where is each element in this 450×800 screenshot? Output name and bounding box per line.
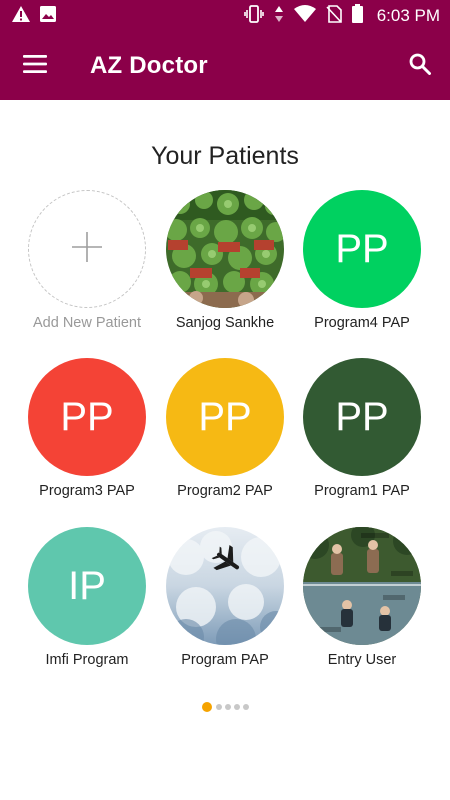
page-dot[interactable] — [215, 704, 222, 710]
patient-tile[interactable]: Program PAP — [156, 527, 294, 668]
tile-label: Entry User — [327, 652, 397, 668]
avatar-initials: PP — [60, 394, 114, 439]
initials-avatar: PP — [28, 358, 146, 476]
hamburger-menu-icon — [23, 54, 47, 78]
search-button[interactable] — [390, 32, 450, 100]
status-time: 6:03 PM — [376, 6, 440, 25]
warning-icon — [12, 5, 30, 27]
search-icon — [409, 53, 431, 80]
image-icon — [40, 5, 56, 27]
page-indicator — [0, 702, 450, 712]
section-title: Your Patients — [151, 142, 299, 170]
avatar-initials: PP — [198, 394, 252, 439]
tile-label: Program4 PAP — [314, 315, 410, 331]
tile-label: Imfi Program — [45, 652, 129, 668]
data-arrows-icon — [274, 5, 284, 28]
succulent-photo — [166, 190, 284, 308]
tile-label: Program PAP — [181, 652, 269, 668]
patient-tile[interactable]: IP Imfi Program — [18, 527, 156, 668]
tile-label: Program3 PAP — [39, 483, 135, 499]
vibrate-icon — [243, 4, 264, 28]
airplane-sky-photo — [166, 527, 284, 645]
patient-photo-avatar — [166, 527, 284, 645]
page-dot[interactable] — [233, 704, 240, 710]
patient-photo-avatar — [166, 190, 284, 308]
add-patient-avatar[interactable] — [28, 190, 146, 308]
patient-tile[interactable]: PP Program2 PAP — [156, 358, 294, 499]
patient-tile[interactable]: Sanjog Sankhe — [156, 190, 294, 331]
status-bar: 6:03 PM — [0, 0, 450, 32]
page-dot[interactable] — [242, 704, 249, 710]
patient-tile[interactable]: PP Program4 PAP — [293, 190, 431, 331]
avatar-initials: IP — [68, 563, 106, 608]
page-dot-active[interactable] — [201, 702, 212, 712]
tile-label: Sanjog Sankhe — [175, 315, 275, 331]
patient-tile[interactable]: Entry User — [293, 527, 431, 668]
people-river-photo — [303, 527, 421, 645]
initials-avatar: IP — [28, 527, 146, 645]
status-right-icons: 6:03 PM — [243, 4, 440, 28]
patient-tile[interactable]: PP Program1 PAP — [293, 358, 431, 499]
app-title: AZ Doctor — [90, 52, 208, 79]
no-sim-icon — [326, 4, 342, 28]
add-patient-tile[interactable]: Add New Patient — [18, 190, 156, 331]
tile-label: Program2 PAP — [177, 483, 273, 499]
initials-avatar: PP — [303, 190, 421, 308]
tile-label: Program1 PAP — [314, 483, 410, 499]
avatar-initials: PP — [335, 394, 389, 439]
wifi-icon — [293, 5, 316, 27]
battery-icon — [351, 4, 363, 28]
menu-button[interactable] — [0, 32, 70, 100]
initials-avatar: PP — [166, 358, 284, 476]
patient-tile[interactable]: PP Program3 PAP — [18, 358, 156, 499]
status-left-icons — [12, 5, 56, 27]
tile-label: Add New Patient — [32, 315, 141, 331]
app-bar: AZ Doctor — [0, 32, 450, 100]
page-dot[interactable] — [224, 704, 231, 710]
plus-icon — [72, 227, 102, 272]
avatar-initials: PP — [335, 226, 389, 271]
patient-photo-avatar — [303, 527, 421, 645]
initials-avatar: PP — [303, 358, 421, 476]
